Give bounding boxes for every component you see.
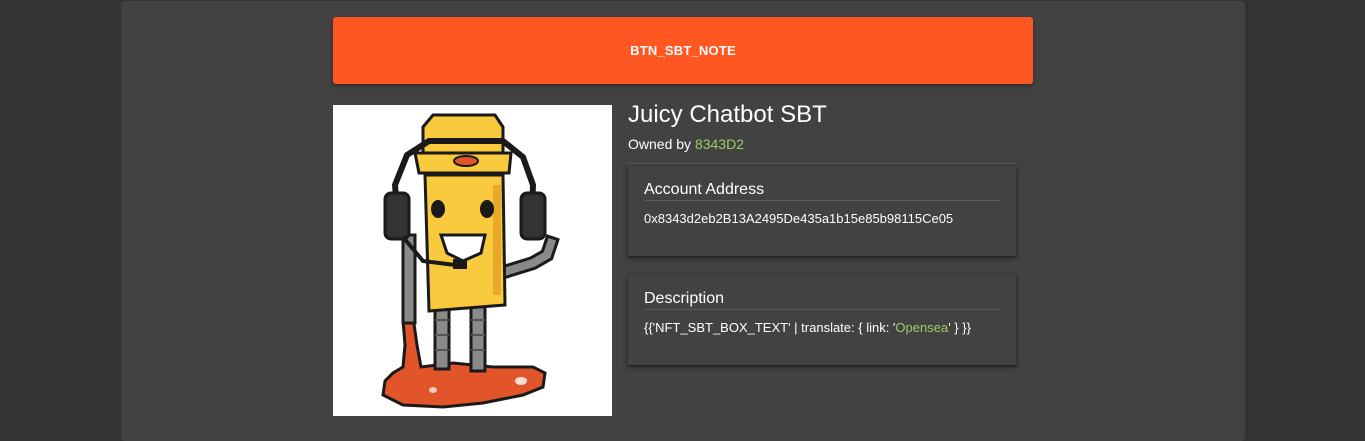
description-text: {{'NFT_SBT_BOX_TEXT' | translate: { link… bbox=[644, 320, 971, 335]
card-divider bbox=[644, 309, 1000, 310]
sbt-note-button[interactable]: BTN_SBT_NOTE bbox=[333, 17, 1033, 84]
owned-by-line: Owned by 8343D2 bbox=[628, 136, 744, 152]
nft-image bbox=[333, 105, 612, 416]
card-divider bbox=[644, 200, 1000, 201]
description-heading: Description bbox=[644, 290, 725, 307]
owner-link[interactable]: 8343D2 bbox=[695, 136, 744, 152]
opensea-link[interactable]: Opensea bbox=[895, 320, 948, 335]
chatbot-mascot-image bbox=[381, 113, 560, 409]
divider bbox=[628, 163, 1016, 164]
owned-by-label: Owned by bbox=[628, 136, 695, 152]
nft-title: Juicy Chatbot SBT bbox=[628, 101, 827, 128]
sbt-note-button-label: BTN_SBT_NOTE bbox=[630, 43, 736, 58]
account-address-value: 0x8343d2eb2B13A2495De435a1b15e85b98115Ce… bbox=[644, 211, 954, 226]
description-text-before: {{'NFT_SBT_BOX_TEXT' | translate: { link… bbox=[644, 320, 896, 335]
account-address-card: Account Address 0x8343d2eb2B13A2495De435… bbox=[628, 166, 1016, 256]
description-card: Description {{'NFT_SBT_BOX_TEXT' | trans… bbox=[628, 275, 1016, 365]
description-text-after: ' } }} bbox=[948, 320, 971, 335]
account-address-heading: Account Address bbox=[644, 181, 765, 198]
